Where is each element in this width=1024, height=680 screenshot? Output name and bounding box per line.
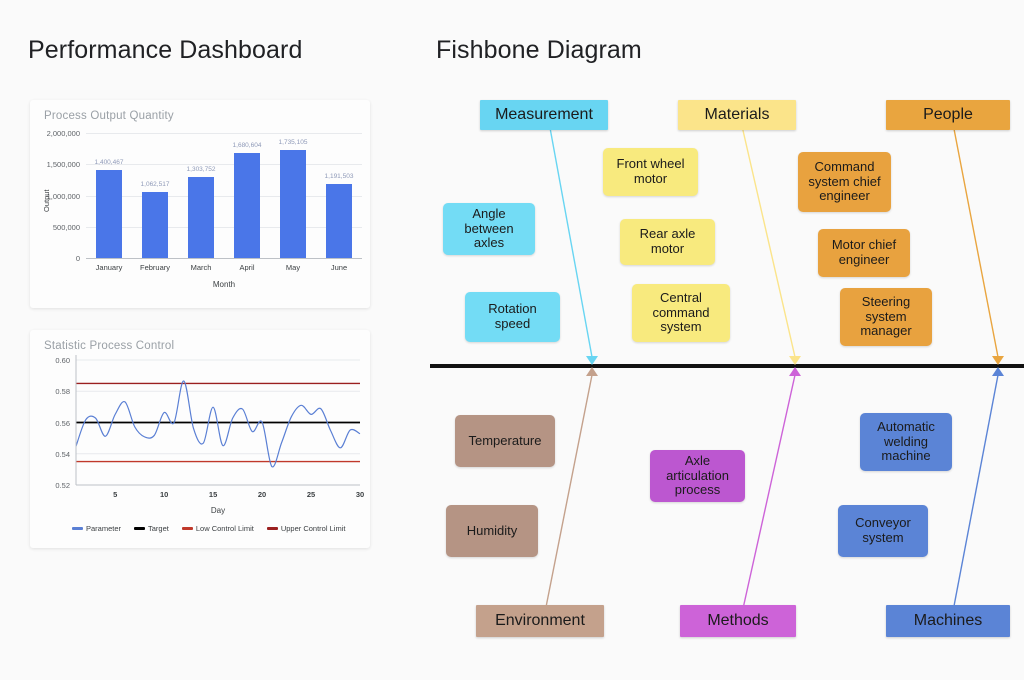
chart-card-spc: Statistic Process Control 0.52 0.54 0.56 0.… bbox=[30, 330, 370, 548]
x-axis-tick-label: June bbox=[330, 263, 348, 272]
x-axis-title: Day bbox=[210, 506, 226, 515]
legend-swatch bbox=[266, 527, 278, 530]
fishbone-cause-environment-2[interactable]: Humidity bbox=[446, 505, 538, 557]
y-axis-tick-label: 0.54 bbox=[55, 449, 70, 459]
spc-svg bbox=[75, 355, 361, 486]
legend-swatch bbox=[134, 527, 146, 530]
y-axis-tick-label: 0.60 bbox=[55, 356, 70, 365]
x-axis-tick-label: March bbox=[190, 263, 212, 272]
fishbone-cause-environment-1[interactable]: Temperature bbox=[455, 415, 555, 467]
y-axis-title: Output bbox=[42, 188, 51, 212]
legend-swatch bbox=[72, 527, 83, 530]
fishbone-cause-measurement-2[interactable]: Rotation speed bbox=[465, 292, 560, 342]
x-axis-tick-label: 10 bbox=[159, 490, 169, 499]
bar[interactable] bbox=[233, 152, 261, 258]
x-axis-tick-label: April bbox=[239, 263, 255, 272]
x-axis-tick-label: 20 bbox=[257, 490, 267, 499]
bar[interactable] bbox=[325, 183, 353, 258]
page-title-performance-dashboard: Performance Dashboard bbox=[28, 36, 303, 64]
x-axis-tick-label: 25 bbox=[306, 490, 316, 499]
x-axis-title: Month bbox=[212, 280, 236, 289]
fishbone-category-methods[interactable]: Methods bbox=[680, 605, 796, 637]
fishbone-category-measurement[interactable]: Measurement bbox=[480, 100, 608, 130]
fishbone-rib bbox=[545, 374, 593, 606]
y-axis-tick-label: 0.56 bbox=[55, 418, 70, 428]
fishbone-arrow bbox=[586, 367, 598, 376]
legend-label: Upper Control Limit bbox=[280, 524, 346, 533]
bar-chart-plot: 0 500,000 1,000,000 1,500,000 2,000,000 1,400… bbox=[30, 100, 370, 308]
bar-value-label: 1,303,752 bbox=[186, 165, 216, 173]
legend-swatch bbox=[181, 527, 193, 530]
chart-card-process-output: Process Output Quantity 0 500,000 1,000,00… bbox=[30, 100, 370, 308]
gridline bbox=[86, 226, 362, 228]
legend-item[interactable]: Parameter bbox=[72, 524, 121, 533]
bar-value-label: 1,400,467 bbox=[94, 159, 124, 167]
spc-chart-plot: 0.52 0.54 0.56 0.58 0.60 5 10 15 20 25 30 Day bbox=[30, 330, 370, 548]
legend-item[interactable]: Target bbox=[134, 524, 169, 533]
fishbone-rib bbox=[953, 129, 999, 358]
gridline bbox=[86, 133, 362, 134]
fishbone-cause-machines-2[interactable]: Conveyor system bbox=[838, 505, 928, 557]
fishbone-cause-machines-1[interactable]: Automatic welding machine bbox=[860, 413, 952, 471]
fishbone-cause-people-3[interactable]: Steering system manager bbox=[840, 288, 932, 346]
fishbone-rib bbox=[953, 374, 999, 606]
fishbone-arrow bbox=[992, 356, 1004, 365]
legend-label: Low Control Limit bbox=[195, 524, 254, 533]
fishbone-arrow bbox=[789, 356, 801, 365]
fishbone-cause-people-2[interactable]: Motor chief engineer bbox=[818, 229, 910, 277]
x-axis-tick-label: January bbox=[95, 263, 123, 272]
spc-chart-legend: Parameter Target Low Control Limit Upper Co… bbox=[72, 524, 345, 533]
fishbone-cause-materials-2[interactable]: Rear axle motor bbox=[620, 219, 715, 265]
fishbone-cause-people-1[interactable]: Command system chief engineer bbox=[798, 152, 891, 212]
y-axis-tick-label: 1,000,000 bbox=[46, 191, 80, 201]
fishbone-rib bbox=[742, 129, 796, 358]
legend-label: Target bbox=[148, 524, 169, 533]
x-axis-tick-label: 5 bbox=[113, 490, 118, 499]
x-axis-line bbox=[86, 258, 362, 259]
y-axis-tick-label: 500,000 bbox=[52, 222, 80, 232]
bar[interactable] bbox=[187, 176, 215, 258]
bar-value-label: 1,191,503 bbox=[324, 172, 354, 180]
fishbone-category-people[interactable]: People bbox=[886, 100, 1010, 130]
y-axis-tick-label: 0 bbox=[75, 254, 80, 263]
x-axis-tick-label: February bbox=[139, 263, 170, 272]
x-axis-tick-label: 15 bbox=[208, 490, 218, 499]
x-axis-tick-label: May bbox=[285, 263, 301, 272]
bar-value-label: 1,062,517 bbox=[140, 180, 170, 188]
y-axis-tick-label: 1,500,000 bbox=[46, 160, 80, 170]
gridline bbox=[86, 195, 362, 197]
y-axis-tick-label: 2,000,000 bbox=[46, 129, 80, 138]
fishbone-category-machines[interactable]: Machines bbox=[886, 605, 1010, 637]
fishbone-cause-methods-1[interactable]: Axle articulation process bbox=[650, 450, 745, 502]
fishbone-cause-measurement-1[interactable]: Angle between axles bbox=[443, 203, 535, 255]
bar-value-label: 1,735,105 bbox=[278, 138, 308, 146]
fishbone-category-environment[interactable]: Environment bbox=[476, 605, 604, 637]
bar[interactable] bbox=[141, 191, 169, 258]
bar-value-label: 1,680,604 bbox=[232, 141, 262, 149]
x-axis-tick-label: 30 bbox=[355, 490, 365, 499]
y-axis-tick-label: 0.52 bbox=[55, 481, 70, 490]
legend-item[interactable]: Low Control Limit bbox=[181, 524, 254, 533]
legend-label: Parameter bbox=[86, 524, 122, 533]
legend-item[interactable]: Upper Control Limit bbox=[266, 524, 346, 533]
fishbone-arrow bbox=[586, 356, 598, 365]
bar[interactable] bbox=[95, 170, 123, 258]
y-axis-tick-label: 0.58 bbox=[55, 387, 70, 397]
dashboard-page: Performance Dashboard Fishbone Diagram P… bbox=[0, 0, 1024, 680]
fishbone-diagram: Measurement Angle between axles Rotation s… bbox=[420, 0, 1024, 680]
fishbone-cause-materials-3[interactable]: Central command system bbox=[632, 284, 730, 342]
fishbone-arrow bbox=[992, 367, 1004, 376]
fishbone-rib bbox=[743, 374, 796, 606]
fishbone-category-materials[interactable]: Materials bbox=[678, 100, 796, 130]
fishbone-arrow bbox=[789, 367, 801, 376]
fishbone-cause-materials-1[interactable]: Front wheel motor bbox=[603, 148, 698, 196]
bar[interactable] bbox=[279, 149, 307, 258]
